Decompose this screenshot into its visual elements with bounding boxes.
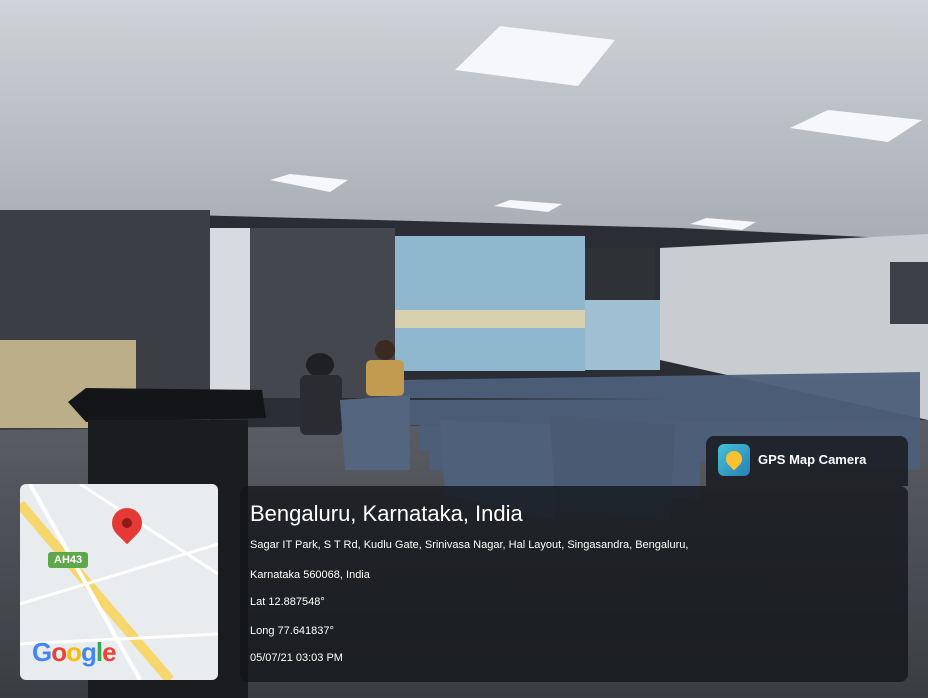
glass-window [585,300,660,370]
podium-top [68,388,266,422]
ceiling [0,0,928,240]
glass-window [395,236,585,371]
chair [340,395,410,470]
person-head [375,340,395,360]
podium-body [88,420,248,698]
person-body [300,375,342,435]
wall-sign [890,262,928,324]
chair [550,415,675,520]
room-photo [0,0,928,698]
window-ledge [395,310,585,328]
pillar [210,228,250,408]
person-head [306,353,334,377]
person-body [366,360,404,396]
